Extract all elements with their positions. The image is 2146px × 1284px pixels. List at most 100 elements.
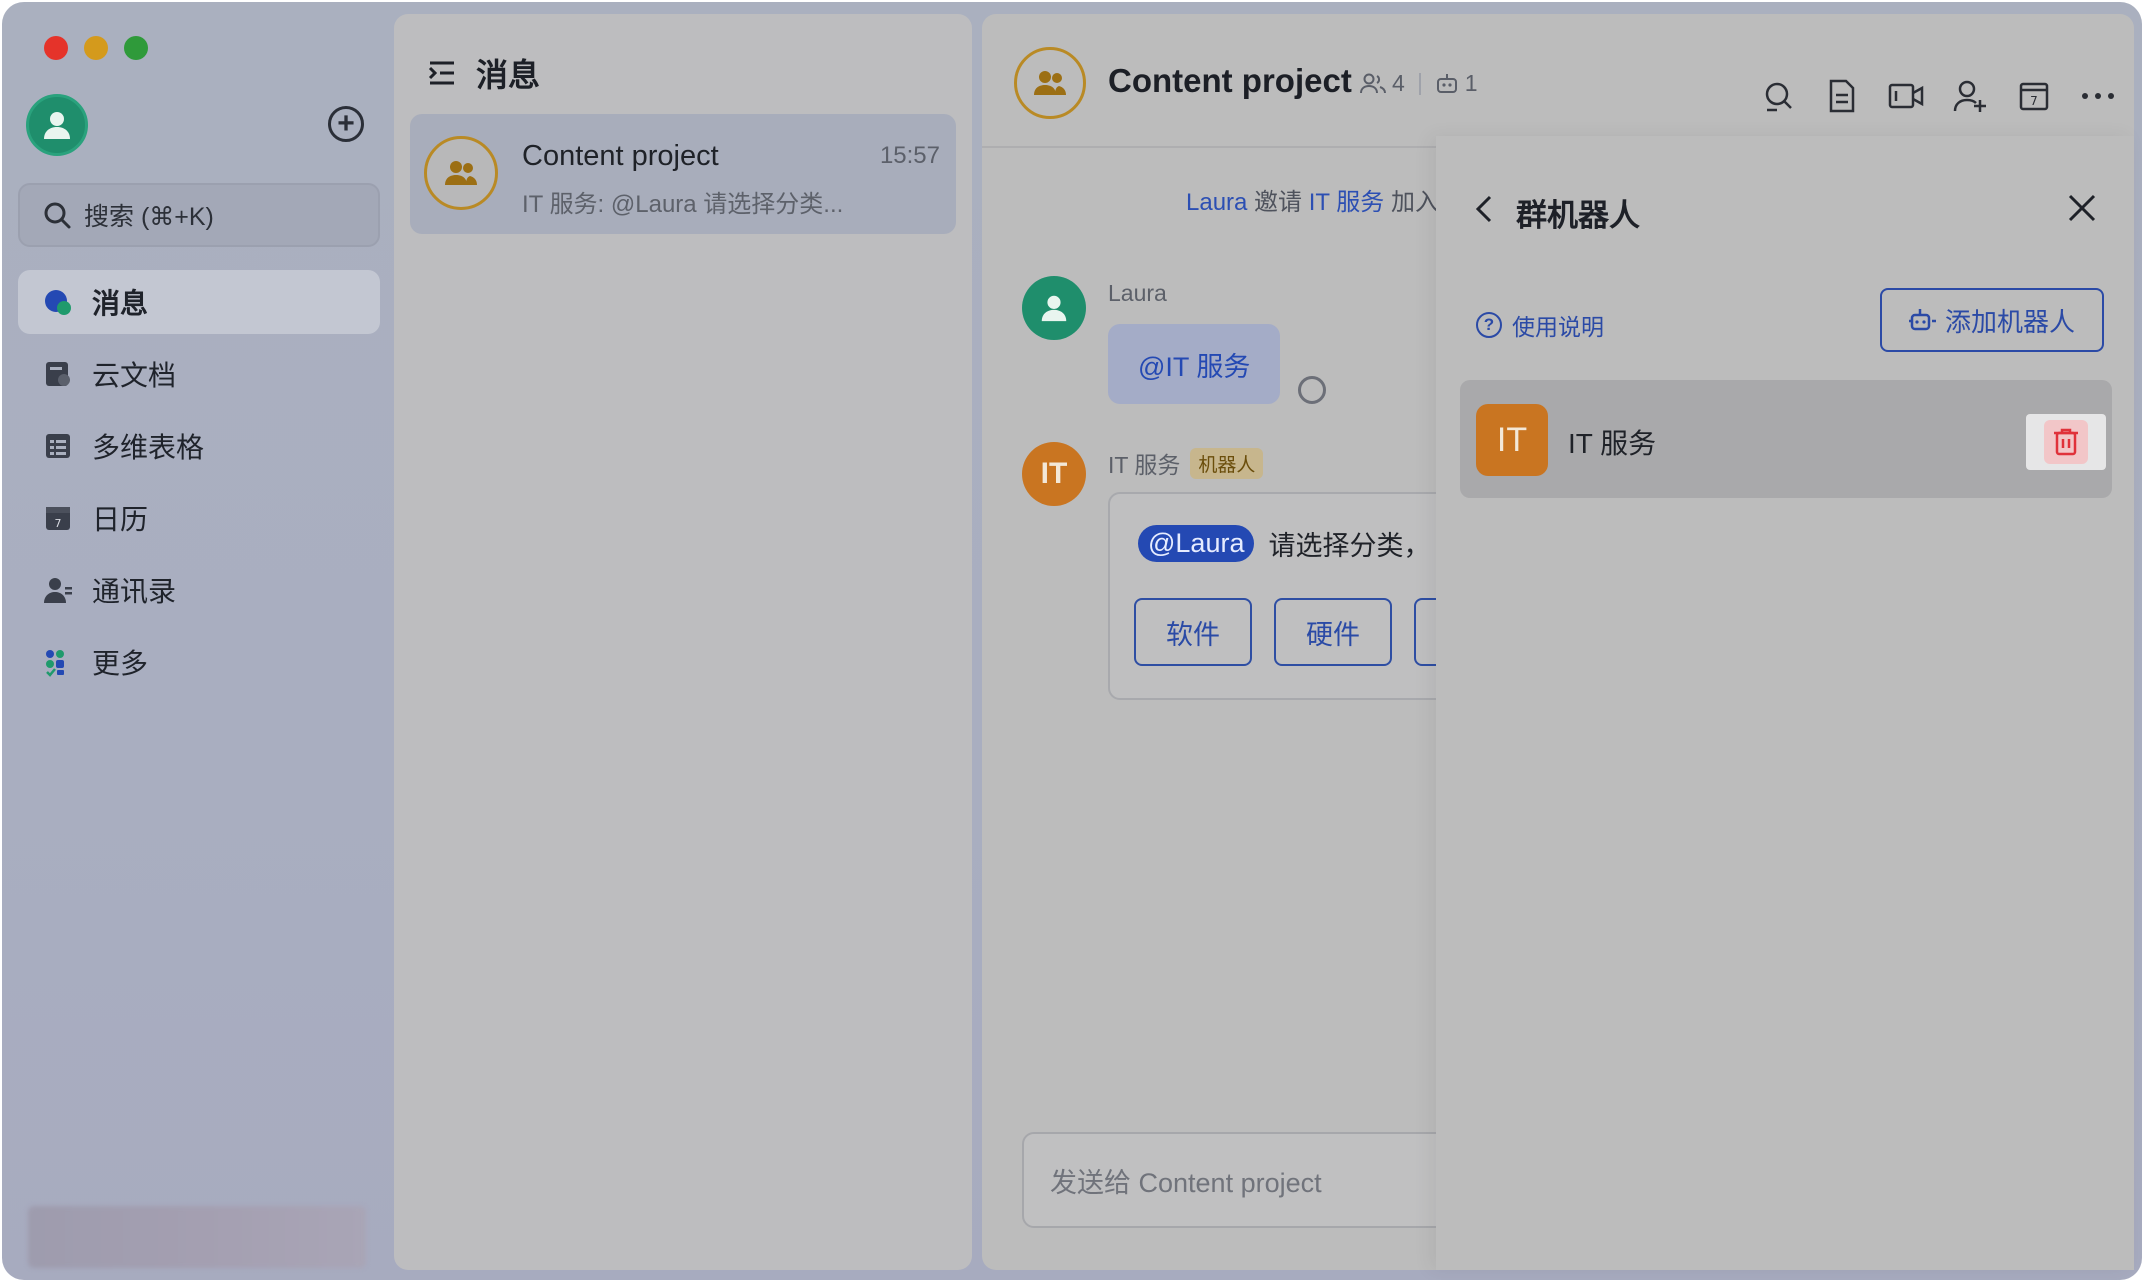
- system-tail: 加入: [1384, 189, 1439, 216]
- message-sender: Laura: [1108, 280, 1167, 306]
- laura-avatar[interactable]: [1022, 276, 1086, 340]
- search-icon: [44, 202, 71, 229]
- bot-logo: IT: [1476, 404, 1548, 476]
- bot-count: 1: [1464, 70, 1478, 96]
- person-icon: [44, 112, 70, 139]
- drawer-title: 群机器人: [1516, 198, 1640, 233]
- more-options-button[interactable]: [2080, 78, 2116, 114]
- sidebar-item-label: 更多: [92, 648, 149, 679]
- app-window: + 搜索 (⌘+K) 消息 云文档 多维表格 7 日历 通讯录 更多 消息 Co…: [2, 2, 2142, 1280]
- document-icon: [1829, 79, 1855, 113]
- inviter-link[interactable]: Laura: [1186, 189, 1247, 216]
- group-avatar: [424, 136, 498, 210]
- it-service-avatar[interactable]: IT: [1022, 442, 1086, 506]
- sidebar-item-label: 通讯录: [92, 576, 177, 607]
- base-table-icon: [42, 430, 74, 462]
- search-input[interactable]: 搜索 (⌘+K): [18, 183, 380, 247]
- group-bots-drawer: 群机器人 ? 使用说明 添加机器人 IT IT 服务: [1436, 136, 2134, 1270]
- remove-bot-button[interactable]: [2026, 414, 2106, 470]
- usage-guide-link[interactable]: ? 使用说明: [1476, 308, 1604, 342]
- sidebar-item-calendar[interactable]: 7 日历: [18, 486, 380, 550]
- message-list-header: 消息: [426, 50, 540, 96]
- calendar-icon: 7: [2019, 82, 2049, 111]
- conversation-preview: IT 服务: @Laura 请选择分类...: [522, 191, 844, 218]
- back-button[interactable]: [1474, 192, 1498, 226]
- chat-toolbar: 7: [1732, 78, 2116, 114]
- message-list-panel: 消息 Content project 15:57 IT 服务: @Laura 请…: [394, 14, 972, 1270]
- system-message: Laura 邀请 IT 服务 加入: [1186, 182, 1439, 217]
- option-hardware-button[interactable]: 硬件: [1274, 598, 1392, 666]
- calendar-icon: 7: [42, 502, 74, 534]
- trash-icon: [2054, 428, 2078, 456]
- add-member-button[interactable]: [1952, 78, 1988, 114]
- docs-button[interactable]: [1824, 78, 1860, 114]
- group-icon: [1034, 71, 1066, 95]
- input-placeholder: 发送给 Content project: [1050, 1167, 1322, 1198]
- message-sender: IT 服务: [1108, 452, 1181, 478]
- sidebar-item-messages[interactable]: 消息: [18, 270, 380, 334]
- member-count: 4: [1392, 70, 1405, 96]
- more-apps-icon: [42, 646, 74, 678]
- close-window-button[interactable]: [44, 36, 68, 60]
- calendar-button[interactable]: 7: [2016, 78, 2052, 114]
- svg-text:7: 7: [55, 517, 62, 530]
- sidebar-item-docs[interactable]: 云文档: [18, 342, 380, 406]
- chat-meta: 4 1: [1360, 70, 1478, 97]
- conversation-item[interactable]: Content project 15:57 IT 服务: @Laura 请选择分…: [410, 114, 956, 234]
- message-bubble[interactable]: @IT 服务: [1108, 324, 1281, 404]
- create-button[interactable]: +: [328, 106, 364, 142]
- message-bubble-icon: [42, 286, 74, 318]
- minimize-window-button[interactable]: [84, 36, 108, 60]
- add-bot-button[interactable]: 添加机器人: [1880, 288, 2104, 352]
- bot-badge: 机器人: [1190, 448, 1264, 479]
- option-software-button[interactable]: 软件: [1134, 598, 1252, 666]
- usage-guide-label: 使用说明: [1512, 314, 1604, 340]
- add-person-icon: [1953, 80, 1986, 112]
- add-bot-label: 添加机器人: [1944, 306, 2075, 337]
- group-avatar[interactable]: [1014, 47, 1086, 119]
- system-verb: 邀请: [1247, 189, 1309, 216]
- sidebar-nav: 消息 云文档 多维表格 7 日历 通讯录 更多: [18, 270, 380, 702]
- plus-icon: +: [337, 107, 355, 140]
- meta-divider: [1418, 72, 1421, 95]
- group-icon: [445, 161, 477, 185]
- chat-search-button[interactable]: [1760, 78, 1796, 114]
- close-drawer-button[interactable]: [2066, 192, 2098, 224]
- sidebar-item-label: 日历: [92, 504, 149, 535]
- video-camera-icon: [1888, 83, 1924, 109]
- read-status-icon: [1298, 376, 1326, 404]
- video-call-button[interactable]: [1888, 78, 1924, 114]
- bot-list-item[interactable]: IT IT 服务: [1460, 380, 2112, 498]
- card-text: 请选择分类，: [1268, 531, 1431, 561]
- it-avatar-text: IT: [1040, 457, 1068, 490]
- bot-icon[interactable]: [1435, 73, 1459, 95]
- sidebar-item-base[interactable]: 多维表格: [18, 414, 380, 478]
- user-avatar[interactable]: [26, 94, 88, 156]
- bot-add-icon: [1908, 309, 1936, 331]
- bot-message-header: IT 服务 机器人: [1108, 446, 1264, 480]
- sidebar-item-contacts[interactable]: 通讯录: [18, 558, 380, 622]
- chat-title[interactable]: Content project: [1108, 62, 1352, 100]
- zoom-window-button[interactable]: [124, 36, 148, 60]
- conversation-time: 15:57: [879, 142, 940, 169]
- question-icon: ?: [1476, 312, 1502, 338]
- person-icon: [1041, 295, 1067, 322]
- sidebar-item-label: 多维表格: [92, 432, 205, 463]
- close-icon: [2068, 194, 2096, 222]
- sidebar-item-label: 云文档: [92, 360, 177, 391]
- message-list-title: 消息: [476, 57, 541, 93]
- search-placeholder: 搜索 (⌘+K): [84, 203, 214, 231]
- chevron-left-icon: [1475, 195, 1492, 223]
- sidebar-item-more[interactable]: 更多: [18, 630, 380, 694]
- delete-highlight: [2044, 420, 2088, 464]
- cloud-doc-icon: [42, 358, 74, 390]
- contacts-icon: [42, 574, 74, 606]
- mention-chip[interactable]: @Laura: [1138, 525, 1255, 562]
- collapse-list-icon[interactable]: [426, 57, 458, 89]
- members-icon[interactable]: [1360, 73, 1386, 95]
- blurred-profile-area: [28, 1206, 366, 1268]
- bot-name: IT 服务: [1568, 428, 1657, 459]
- ellipsis-icon: [2082, 93, 2114, 99]
- chat-header: Content project 4 1 7: [982, 14, 2134, 148]
- invitee-link[interactable]: IT 服务: [1309, 189, 1385, 216]
